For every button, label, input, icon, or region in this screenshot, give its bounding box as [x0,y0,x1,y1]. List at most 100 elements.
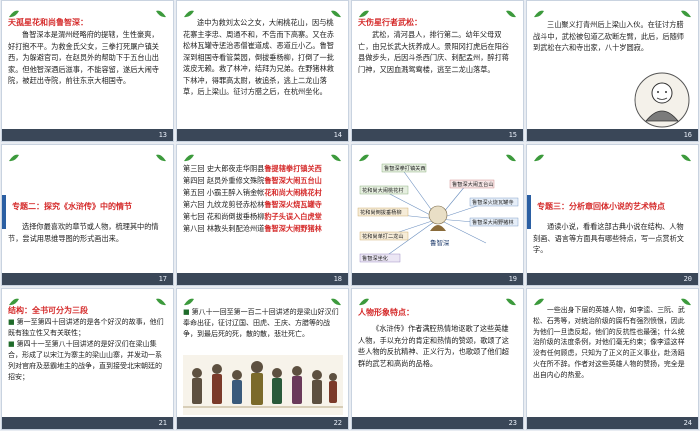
page-number: 19 [508,275,517,283]
slide-footer: 17 [2,273,173,285]
leaf-decor [183,292,342,306]
leaf-icon [680,148,692,162]
slide-footer: 14 [177,129,348,141]
leaf-icon [8,292,20,306]
mindmap-node: 鲁智深火烧瓦罐寺 [472,198,514,206]
accent-bar [2,195,6,229]
page-number: 22 [333,419,342,427]
slide-body: 第八十一回至第一百二十回讲述的是梁山好汉们奉命出征，征讨辽国、田虎、王庆、方腊等… [183,308,339,338]
bullet-icon: ■ [8,340,15,348]
mindmap-node: 鲁智深大闹五台山 [452,180,494,188]
page-number: 14 [333,131,342,139]
list-item: 第八回 林教头刺配沧州道鲁智深大闹野猪林 [183,224,322,233]
slide-footer: 16 [527,129,698,141]
leaf-icon [533,4,545,18]
slide-thumbnail-grid: 天孤星花和尚鲁智深： 鲁智深本是渭州经略府的提辖，生性豪爽，好打抱不平。为救金氏… [0,0,700,431]
list-item: 第五回 小霸王醉入销金帐花和尚大闹桃花村 [183,188,322,197]
slide-21[interactable]: 结构：全书可分为三段 ■ 第一至第四十回讲述的是各个好汉的故事，他们既有独立性又有… [1,288,174,430]
leaf-icon [155,148,167,162]
slide-18[interactable]: 第三回 史大郎夜走华阴县鲁提辖拳打镇关西 第四回 赵员外重修文殊院鲁智深大闹五台… [176,144,349,286]
leaf-icon [358,292,370,306]
leaf-icon [533,148,545,162]
slide-body: 通读小说，看看这部古典小说在结构、人物刻画、语言等方面具有哪些特点，写一点赏析文… [533,222,684,254]
list-item: 第六回 九纹龙剪径赤松林鲁智深火烧瓦罐寺 [183,200,322,209]
accent-bar [527,195,531,229]
leaf-icon [680,4,692,18]
slide-24[interactable]: 一些出身下层的英雄人物，如李逵、三阮、武松、石秀等，对统治阶级的腐朽有强烈愤恨，… [526,288,699,430]
leaf-icon [330,4,342,18]
slide-14[interactable]: 途中为救刘太公之女，大闹桃花山，因与桃花寨主李忠、周通不和，不告而下高寨。又在赤… [176,0,349,142]
page-number: 24 [683,419,692,427]
page-number: 20 [683,275,692,283]
slide-body: 选择你最喜欢的章节或人物，梳理其中的情节，尝试用思维导图的形式画出来。 [8,222,159,243]
slide-title: 专题二：探究《水浒传》中的情节 [12,202,132,211]
leaf-icon [358,148,370,162]
list-item: 第三回 史大郎夜走华阴县鲁提辖拳打镇关西 [183,164,322,173]
leaf-decor [183,148,342,162]
slide-footer: 19 [352,273,523,285]
leaf-decor [183,4,342,18]
slide-13[interactable]: 天孤星花和尚鲁智深： 鲁智深本是渭州经略府的提辖，生性豪爽，好打抱不平。为救金氏… [1,0,174,142]
slide-footer: 20 [527,273,698,285]
leaf-icon [8,4,20,18]
mindmap-node: 鲁智深拳打镇关西 [384,164,426,172]
leaf-decor [533,4,692,18]
structure-list: ■ 第一至第四十回讲述的是各个好汉的故事，他们既有独立性又有关联性； ■ 第四十一至… [8,317,165,383]
page-number: 15 [508,131,517,139]
leaf-decor [358,292,517,306]
chapter-list: 第三回 史大郎夜走华阴县鲁提辖拳打镇关西 第四回 赵员外重修文殊院鲁智深大闹五台… [183,163,342,235]
slide-footer: 22 [177,417,348,429]
hero-group-illustration [183,355,343,415]
list-item: 第七回 花和尚倒拔垂杨柳豹子头误入白虎堂 [183,212,322,221]
list-item: ■ 第四十一至第八十回讲述的是好汉们在梁山集合，形成了以宋江为寨主的梁山山寨，并发… [8,340,162,381]
slide-title: 专题三：分析章回体小说的艺术特点 [537,202,665,211]
leaf-decor [358,4,517,18]
slide-20[interactable]: 专题三：分析章回体小说的艺术特点 通读小说，看看这部古典小说在结构、人物刻画、语… [526,144,699,286]
slide-title: 人物形象特点： [358,308,414,317]
slide-title: 结构：全书可分为三段 [8,306,88,315]
mindmap-center-figure [428,205,448,231]
leaf-decor [8,148,167,162]
slide-19[interactable]: 鲁智深拳打镇关西 鲁智深大闹五台山 花和尚大闹桃花村 鲁智深火烧瓦罐寺 鲁智深大… [351,144,524,286]
slide-body-wrapper: ■ 第八十一回至第一百二十回讲述的是梁山好汉们奉命出征，征讨辽国、田虎、王庆、方腊… [183,307,340,340]
monk-portrait [634,72,690,128]
bullet-icon: ■ [8,318,15,326]
leaf-icon [505,148,517,162]
page-number: 18 [333,275,342,283]
list-item: 第四回 赵员外重修文殊院鲁智深大闹五台山 [183,176,322,185]
leaf-icon [533,292,545,306]
leaf-icon [330,292,342,306]
slide-15[interactable]: 天伤星行者武松： 武松，清河县人，排行第二。幼年父母双亡，由兄长武大抚养成人。景… [351,0,524,142]
mindmap-node: 花和尚大闹桃花村 [362,186,404,194]
bullet-icon: ■ [183,308,190,316]
slide-footer: 21 [2,417,173,429]
slide-23[interactable]: 人物形象特点： 《水浒传》作者满腔热情地讴歌了这些英雄人物，手以充分的肯定和热情… [351,288,524,430]
leaf-decor [533,148,692,162]
leaf-icon [183,4,195,18]
leaf-icon [183,292,195,306]
slide-footer: 23 [352,417,523,429]
page-number: 17 [158,275,167,283]
page-number: 13 [158,131,167,139]
mindmap-node: 花和尚单打二龙山 [362,232,404,240]
leaf-decor [358,148,517,162]
list-item: ■ 第一至第四十回讲述的是各个好汉的故事，他们既有独立性又有关联性； [8,318,164,337]
leaf-decor [533,292,692,306]
leaf-icon [183,148,195,162]
leaf-decor [8,292,167,306]
slide-footer: 15 [352,129,523,141]
page-number: 21 [158,419,167,427]
slide-17[interactable]: 专题二：探究《水浒传》中的情节 选择你最喜欢的章节或人物，梳理其中的情节，尝试用… [1,144,174,286]
slide-title: 天伤星行者武松： [358,18,422,27]
leaf-icon [505,4,517,18]
mindmap-node: 鲁智深坐化 [362,254,388,262]
slide-16[interactable]: 三山聚义打青州后上梁山入伙。在征讨方腊战斗中，武松被包道乙砍断左臂，此后，后随师… [526,0,699,142]
slide-body: 《水浒传》作者满腔热情地讴歌了这些英雄人物，手以充分的肯定和热情的赞颂，歌颂了这… [358,324,509,368]
leaf-icon [155,4,167,18]
leaf-icon [330,148,342,162]
slide-footer: 18 [177,273,348,285]
mindmap-node: 花和尚倒拔垂杨柳 [360,208,402,216]
slide-footer: 24 [527,417,698,429]
slide-22[interactable]: ■ 第八十一回至第一百二十回讲述的是梁山好汉们奉命出征，征讨辽国、田虎、王庆、方腊… [176,288,349,430]
slide-body: 武松，清河县人，排行第二。幼年父母双亡，由兄长武大抚养成人。景阳冈打虎后在阳谷县… [358,30,509,74]
